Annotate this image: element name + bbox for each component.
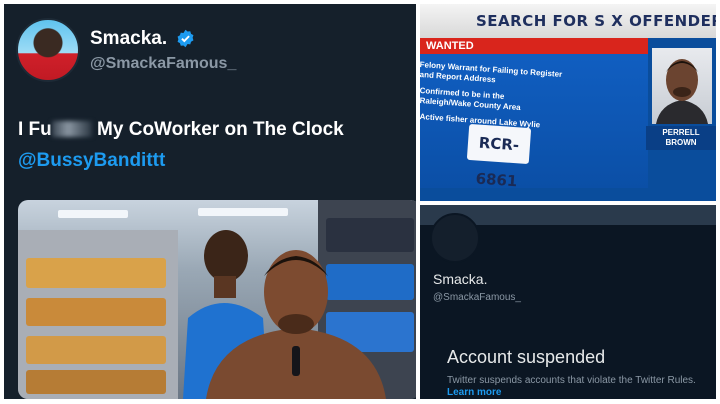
tweet-text-end: My CoWorker on The Clock bbox=[91, 119, 344, 140]
mugshot-name: PERRELL BROWN bbox=[646, 126, 716, 150]
tweet-photo[interactable] bbox=[18, 200, 416, 399]
mention-link[interactable]: @BussyBandittt bbox=[18, 150, 165, 172]
wanted-line: Raleigh/Wake County Area bbox=[420, 96, 521, 113]
avatar bbox=[430, 213, 480, 263]
bread-shelf bbox=[26, 298, 166, 326]
news-banner: SEARCH FOR S X OFFENDER bbox=[420, 4, 716, 38]
mugshot-face bbox=[656, 59, 708, 124]
bread-shelf bbox=[26, 370, 166, 394]
ceiling-light bbox=[58, 210, 128, 218]
tweet-text-start: I Fu bbox=[18, 119, 52, 140]
license-plate: RCR-6861 bbox=[466, 123, 532, 190]
suspended-title: Account suspended bbox=[447, 347, 606, 367]
learn-more-link[interactable]: Learn more bbox=[447, 387, 501, 398]
suspended-message: Twitter suspends accounts that violate t… bbox=[447, 375, 707, 399]
censored-word bbox=[51, 121, 92, 137]
news-panel: SEARCH FOR S X OFFENDER WANTED Felony Wa… bbox=[420, 4, 716, 201]
wanted-label: WANTED bbox=[420, 38, 648, 54]
mugshot-last-name: BROWN bbox=[665, 138, 697, 147]
verified-badge-icon bbox=[177, 29, 194, 48]
display-name: Smacka. bbox=[433, 271, 488, 287]
handle[interactable]: @SmackaFamous_ bbox=[90, 55, 236, 73]
avatar[interactable] bbox=[16, 18, 80, 82]
mugshot-photo bbox=[652, 48, 712, 124]
ceiling-light bbox=[198, 208, 288, 216]
person-foreground bbox=[206, 250, 386, 399]
suspended-profile-panel: Smacka. @SmackaFamous_ Account suspended… bbox=[420, 205, 716, 399]
display-name[interactable]: Smacka. bbox=[90, 28, 167, 50]
bread-shelf bbox=[26, 258, 166, 288]
wanted-card: WANTED Felony Warrant for Failing to Reg… bbox=[420, 38, 648, 188]
bread-shelf bbox=[26, 336, 166, 364]
tweet-panel: Smacka. @SmackaFamous_ I Fu My CoWorker … bbox=[4, 4, 416, 399]
tweet-text: I Fu My CoWorker on The Clock bbox=[18, 119, 414, 141]
handle: @SmackaFamous_ bbox=[433, 292, 521, 303]
mugshot-first-name: PERRELL bbox=[662, 128, 700, 137]
suspended-body-text: Twitter suspends accounts that violate t… bbox=[447, 375, 696, 386]
